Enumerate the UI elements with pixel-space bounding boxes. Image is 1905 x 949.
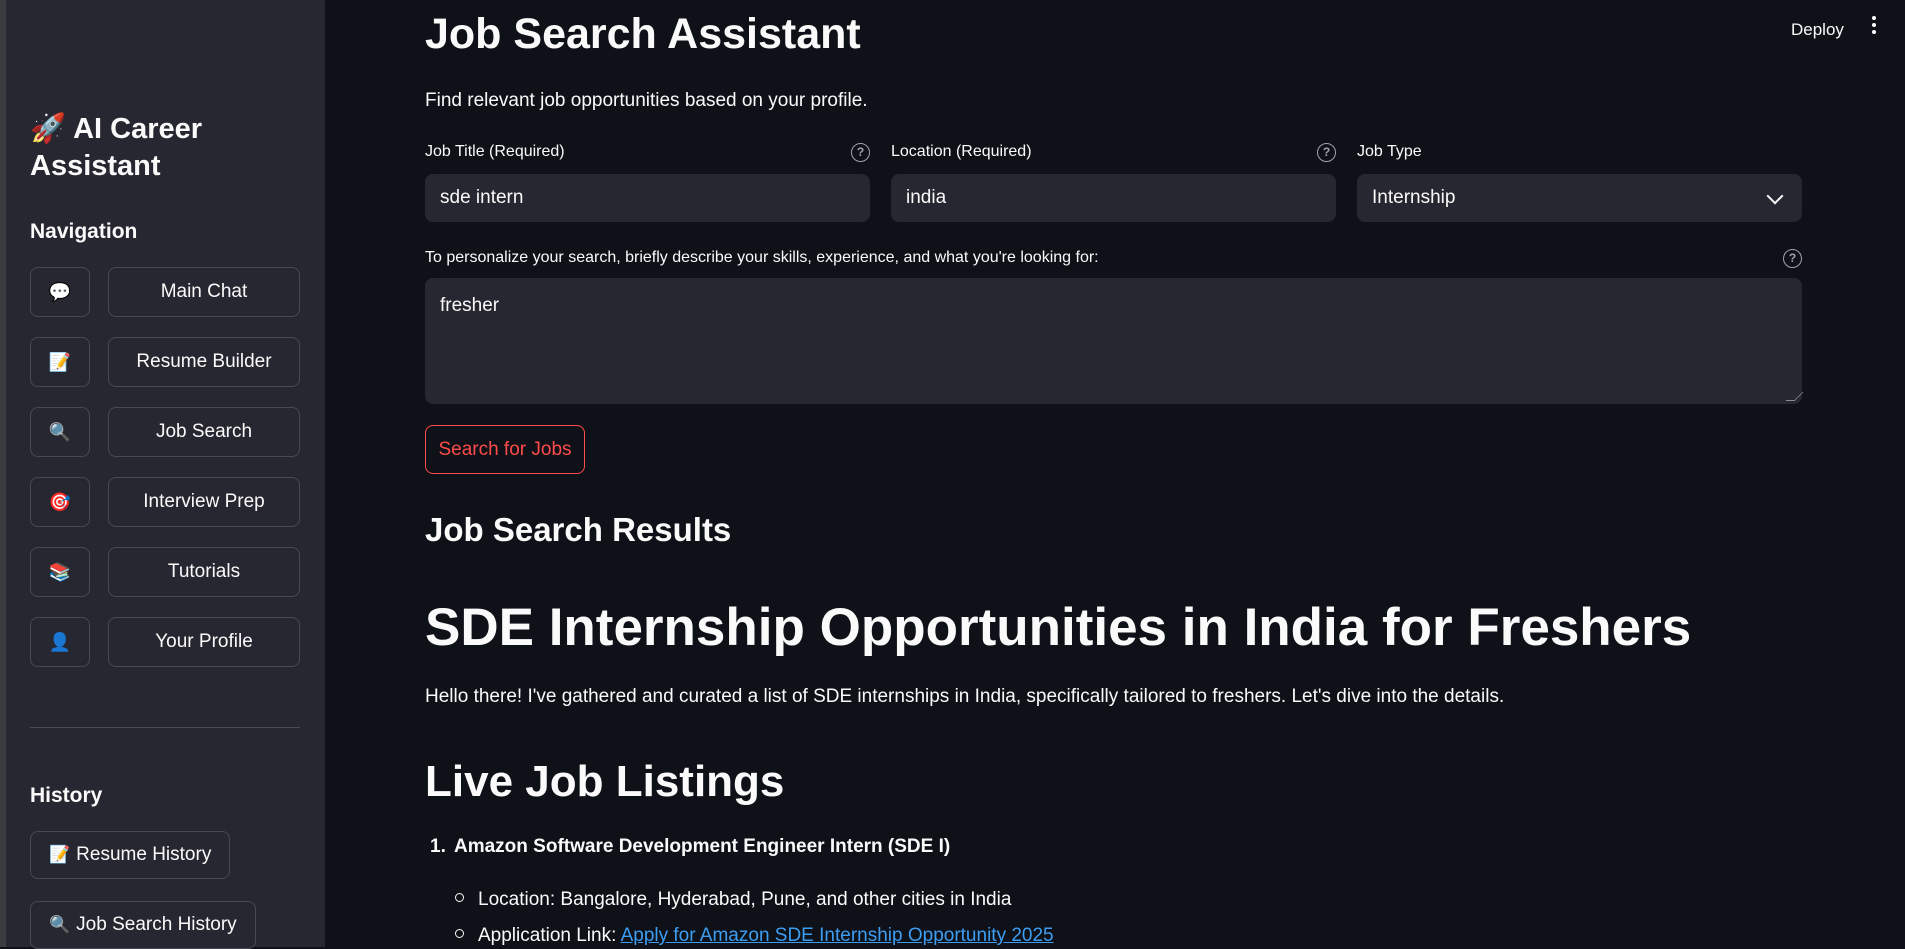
results-title: SDE Internship Opportunities in India fo… bbox=[425, 598, 1692, 657]
location-input[interactable]: india bbox=[891, 174, 1336, 222]
help-icon[interactable]: ? bbox=[851, 143, 870, 162]
nav-row-job-search: 🔍 Job Search bbox=[30, 407, 300, 457]
description-textarea[interactable]: fresher bbox=[425, 278, 1804, 404]
main-chat-button[interactable]: Main Chat bbox=[108, 267, 300, 317]
list-number: 1. bbox=[430, 836, 446, 857]
listing-title: Amazon Software Development Engineer Int… bbox=[454, 836, 951, 857]
job-title-label: Job Title (Required) bbox=[425, 143, 565, 160]
job-title-input[interactable]: sde intern bbox=[425, 174, 870, 222]
application-link-prefix: Application Link: bbox=[478, 925, 621, 946]
help-icon[interactable]: ? bbox=[1317, 143, 1336, 162]
resume-history-label: Resume History bbox=[76, 844, 212, 865]
listing-application: Application Link: Apply for Amazon SDE I… bbox=[455, 925, 1054, 947]
page-title: Job Search Assistant bbox=[425, 10, 861, 58]
description-value: fresher bbox=[440, 295, 500, 316]
magnifier-icon: 🔍 bbox=[49, 915, 71, 934]
listing-location-text: Location: Bangalore, Hyderabad, Pune, an… bbox=[478, 889, 1012, 910]
nav-row-main-chat: 💬 Main Chat bbox=[30, 267, 300, 317]
job-search-button[interactable]: Job Search bbox=[108, 407, 300, 457]
rocket-icon: 🚀 bbox=[30, 113, 67, 145]
results-heading: Job Search Results bbox=[425, 511, 732, 548]
history-heading: History bbox=[30, 784, 103, 807]
user-icon[interactable]: 👤 bbox=[30, 617, 90, 667]
memo-icon[interactable]: 📝 bbox=[30, 337, 90, 387]
nav-row-resume-builder: 📝 Resume Builder bbox=[30, 337, 300, 387]
job-type-select[interactable]: Internship bbox=[1357, 174, 1802, 222]
listing-location: Location: Bangalore, Hyderabad, Pune, an… bbox=[455, 889, 1011, 911]
nav-row-your-profile: 👤 Your Profile bbox=[30, 617, 300, 667]
job-type-label: Job Type bbox=[1357, 143, 1422, 160]
live-listings-heading: Live Job Listings bbox=[425, 757, 785, 806]
interview-prep-button[interactable]: Interview Prep bbox=[108, 477, 300, 527]
job-type-value: Internship bbox=[1372, 187, 1456, 208]
description-label: To personalize your search, briefly desc… bbox=[425, 249, 1099, 266]
sidebar: 🚀 AI Career Assistant Navigation 💬 Main … bbox=[6, 0, 325, 949]
nav-row-interview-prep: 🎯 Interview Prep bbox=[30, 477, 300, 527]
bullet-icon bbox=[455, 929, 464, 939]
sidebar-divider bbox=[30, 727, 300, 728]
location-label: Location (Required) bbox=[891, 143, 1032, 160]
nav-row-tutorials: 📚 Tutorials bbox=[30, 547, 300, 597]
books-icon[interactable]: 📚 bbox=[30, 547, 90, 597]
deploy-button[interactable]: Deploy bbox=[1791, 20, 1844, 40]
magnifier-icon[interactable]: 🔍 bbox=[30, 407, 90, 457]
page-subtitle: Find relevant job opportunities based on… bbox=[425, 90, 868, 111]
memo-icon: 📝 bbox=[49, 845, 71, 864]
help-icon[interactable]: ? bbox=[1783, 249, 1802, 268]
your-profile-button[interactable]: Your Profile bbox=[108, 617, 300, 667]
tutorials-button[interactable]: Tutorials bbox=[108, 547, 300, 597]
apply-link[interactable]: Apply for Amazon SDE Internship Opportun… bbox=[621, 925, 1054, 946]
chevron-down-icon bbox=[1766, 187, 1784, 204]
list-item: 1. Amazon Software Development Engineer I… bbox=[430, 836, 950, 858]
resume-builder-button[interactable]: Resume Builder bbox=[108, 337, 300, 387]
more-options-icon[interactable] bbox=[1870, 16, 1878, 38]
nav-heading: Navigation bbox=[30, 220, 138, 243]
resize-handle-icon[interactable] bbox=[1785, 392, 1804, 401]
results-intro: Hello there! I've gathered and curated a… bbox=[425, 686, 1505, 707]
job-search-history-label: Job Search History bbox=[76, 914, 237, 935]
speech-bubble-icon[interactable]: 💬 bbox=[30, 267, 90, 317]
bullet-icon bbox=[455, 893, 464, 903]
app-title: 🚀 AI Career Assistant bbox=[30, 111, 290, 185]
search-for-jobs-button[interactable]: Search for Jobs bbox=[425, 425, 585, 474]
job-search-history-button[interactable]: 🔍 Job Search History bbox=[30, 901, 256, 949]
target-icon[interactable]: 🎯 bbox=[30, 477, 90, 527]
resume-history-button[interactable]: 📝 Resume History bbox=[30, 831, 231, 879]
